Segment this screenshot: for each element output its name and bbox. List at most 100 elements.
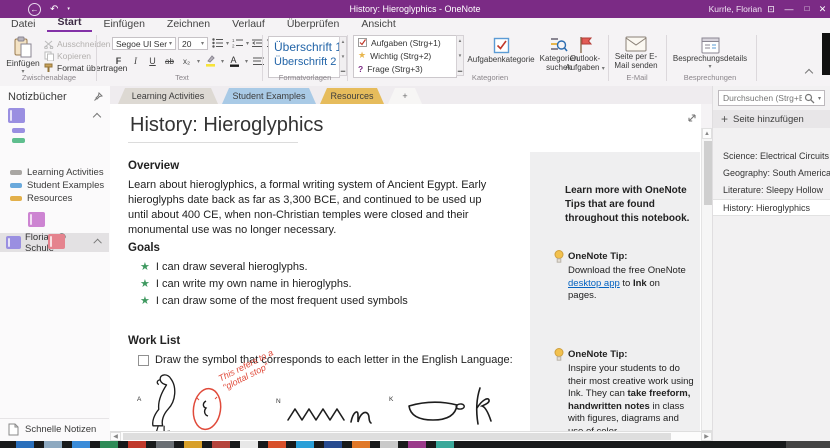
taskbar-icon[interactable] — [240, 441, 258, 448]
underline-icon[interactable]: U — [146, 55, 159, 67]
taskbar-tray[interactable] — [786, 441, 830, 448]
scroll-up-icon[interactable]: ▲ — [702, 128, 712, 139]
minimize-button[interactable]: — — [782, 0, 796, 18]
taskbar-icon[interactable] — [324, 441, 342, 448]
strikethrough-icon[interactable]: ab — [163, 55, 176, 67]
highlight-icon[interactable] — [204, 55, 217, 67]
taskbar-icon[interactable] — [212, 441, 230, 448]
menu-ueberpruefen[interactable]: Überprüfen — [276, 18, 351, 32]
goal-item[interactable]: ★ I can draw some of the most frequent us… — [140, 294, 408, 308]
cut-button[interactable]: Ausschneiden — [44, 39, 110, 49]
worklist-item[interactable]: Draw the symbol that corresponds to each… — [138, 354, 513, 366]
taskbar-icon[interactable] — [100, 441, 118, 448]
menu-zeichnen[interactable]: Zeichnen — [156, 18, 221, 32]
todo-checkbox[interactable] — [138, 354, 149, 366]
notebook-icon-red[interactable] — [48, 234, 66, 249]
letter-k-ink[interactable] — [472, 386, 498, 428]
font-color-icon[interactable]: A — [228, 55, 241, 67]
tag-important[interactable]: ★ Wichtig (Strg+2) — [354, 49, 456, 62]
font-name-select[interactable]: Segoe UI Ser ▾ — [112, 37, 176, 50]
styles-scroll[interactable]: ▲ ▼ ▬ — [339, 36, 347, 76]
hieroglyph-water-ink[interactable] — [286, 404, 346, 426]
taskbar-icon[interactable] — [128, 441, 146, 448]
style-heading2[interactable]: Überschrift 2 — [269, 55, 339, 69]
goal-item[interactable]: ★ I can draw several hieroglyphs. — [140, 260, 308, 274]
maximize-button[interactable]: □ — [800, 0, 814, 18]
notebook-icon-pink[interactable] — [28, 212, 46, 227]
tab-add-section[interactable]: + — [388, 88, 422, 104]
menu-start[interactable]: Start — [46, 16, 93, 32]
taskbar-icon[interactable] — [44, 441, 62, 448]
scroll-left-icon[interactable]: ◀ — [110, 432, 121, 441]
hieroglyph-basket-ink[interactable] — [405, 396, 467, 426]
search-input[interactable] — [719, 92, 804, 104]
windows-taskbar[interactable] — [0, 441, 830, 448]
style-heading1[interactable]: Überschrift 1 — [269, 37, 342, 55]
taskbar-icon[interactable] — [380, 441, 398, 448]
taskbar-icon[interactable] — [352, 441, 370, 448]
section-bar-purple[interactable] — [12, 128, 25, 133]
taskbar-icon[interactable] — [408, 441, 426, 448]
font-size-select[interactable]: 20 ▾ — [178, 37, 208, 50]
pin-icon[interactable] — [94, 92, 103, 101]
menu-einfuegen[interactable]: Einfügen — [92, 18, 155, 32]
back-icon[interactable]: ← — [28, 2, 41, 16]
desktop-app-link[interactable]: desktop app — [568, 278, 620, 289]
taskbar-icon[interactable] — [296, 441, 314, 448]
hieroglyph-vulture-ink[interactable] — [143, 372, 191, 431]
worklist-heading[interactable]: Work List — [128, 335, 180, 347]
page-item-history-selected[interactable]: History: Hieroglyphics — [713, 199, 830, 216]
subscript-icon[interactable]: x₂ — [180, 55, 193, 67]
email-page-button[interactable]: Seite per E- Mail senden — [612, 36, 660, 70]
paragraph-align-icon[interactable] — [252, 55, 265, 67]
tab-resources[interactable]: Resources — [320, 88, 384, 104]
menu-datei[interactable]: Datei — [0, 18, 47, 32]
paste-button[interactable]: Einfügen ▾ — [5, 36, 41, 75]
letter-n-ink[interactable] — [348, 402, 376, 428]
collapse-ribbon-icon[interactable] — [804, 68, 814, 78]
tag-todo[interactable]: Aufgaben (Strg+1) — [354, 36, 456, 49]
vertical-scroll-thumb[interactable] — [703, 141, 712, 205]
search-box[interactable]: ▾ — [718, 90, 825, 106]
sidebar-section-student-examples[interactable]: Student Examples — [10, 180, 104, 191]
page-item-geography[interactable]: Geography: South America — [713, 165, 830, 182]
overview-heading[interactable]: Overview — [128, 160, 179, 172]
taskbar-icon[interactable] — [156, 441, 174, 448]
overview-paragraph[interactable]: Learn about hieroglyphics, a formal writ… — [128, 178, 502, 238]
horizontal-scroll-thumb[interactable] — [123, 433, 671, 440]
qat-customize-icon[interactable]: ▾ — [67, 6, 70, 12]
taskbar-icon[interactable] — [436, 441, 454, 448]
page-item-science[interactable]: Science: Electrical Circuits — [713, 148, 830, 165]
page-title[interactable]: History: Hieroglyphics — [130, 114, 323, 137]
italic-icon[interactable]: I — [129, 55, 142, 67]
bold-icon[interactable]: F — [112, 55, 125, 67]
glottal-stop-circle-ink[interactable] — [190, 386, 224, 431]
tips-panel[interactable]: Learn more with OneNote Tips that are fo… — [530, 152, 700, 431]
notebook-icon-1[interactable] — [8, 108, 25, 123]
close-button[interactable]: ✕ — [815, 0, 830, 18]
goal-item[interactable]: ★ I can write my own name in hieroglyphs. — [140, 277, 352, 291]
tag-category-button[interactable]: Aufgabenkategorie — [467, 36, 535, 64]
sidebar-section-learning-activities[interactable]: Learning Activities — [10, 167, 104, 178]
tab-learning-activities[interactable]: Learning Activities — [118, 88, 218, 104]
page-item-literature[interactable]: Literature: Sleepy Hollow — [713, 182, 830, 199]
menu-verlauf[interactable]: Verlauf — [221, 18, 276, 32]
sidebar-section-resources[interactable]: Resources — [10, 193, 72, 204]
notebook-1-collapse-icon[interactable] — [92, 112, 102, 122]
taskbar-icon[interactable] — [268, 441, 286, 448]
undo-icon[interactable]: ↶ — [50, 4, 58, 15]
numbered-list-icon[interactable]: 12 — [231, 37, 244, 49]
menu-ansicht[interactable]: Ansicht — [350, 18, 406, 32]
tag-list-scroll[interactable]: ▲ ▼ ▬ — [456, 35, 464, 76]
search-scope-dropdown-icon[interactable]: ▾ — [815, 95, 824, 102]
outlook-tasks-button[interactable]: Outlook- Aufgaben ▾ — [562, 36, 608, 72]
taskbar-icon[interactable] — [184, 441, 202, 448]
ribbon-display-options-icon[interactable]: ⊡ — [764, 0, 778, 18]
scroll-right-icon[interactable]: ▶ — [701, 432, 712, 441]
section-bar-green[interactable] — [12, 138, 25, 143]
bullet-list-icon[interactable] — [211, 37, 224, 49]
taskbar-icon[interactable] — [72, 441, 90, 448]
quick-notes[interactable]: Schnelle Notizen — [0, 418, 109, 440]
meeting-details-button[interactable]: Besprechungsdetails ▾ — [672, 36, 748, 70]
page-canvas[interactable]: History: Hieroglyphics Overview Learn ab… — [110, 104, 701, 431]
